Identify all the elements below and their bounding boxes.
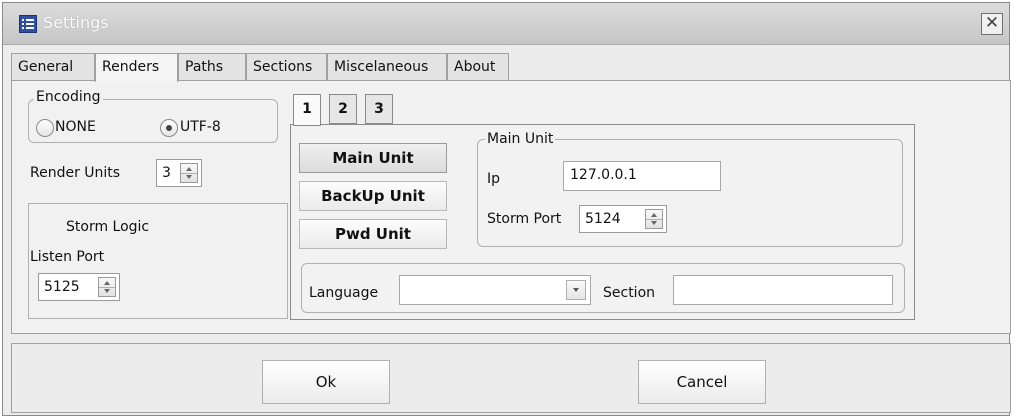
encoding-none-radio[interactable] xyxy=(36,119,54,137)
cancel-button[interactable]: Cancel xyxy=(638,360,766,404)
window-title: Settings xyxy=(43,13,109,32)
storm-logic-title: Storm Logic xyxy=(66,219,150,235)
ip-label: Ip xyxy=(487,171,501,187)
subtab-3[interactable]: 3 xyxy=(365,94,393,124)
subtab-1[interactable]: 1 xyxy=(293,94,321,126)
tab-paths[interactable]: Paths xyxy=(178,53,246,81)
listen-port-value: 5125 xyxy=(44,279,80,295)
listen-port-label: Listen Port xyxy=(30,249,105,265)
encoding-none-label: NONE xyxy=(55,119,96,135)
main-unit-button[interactable]: Main Unit xyxy=(299,143,447,173)
encoding-utf8-label: UTF-8 xyxy=(180,119,221,135)
pwd-unit-button[interactable]: Pwd Unit xyxy=(299,219,447,249)
settings-window: Settings ✕ General Renders Paths Section… xyxy=(2,2,1011,416)
title-bar[interactable]: Settings ✕ xyxy=(3,3,1009,45)
close-button[interactable]: ✕ xyxy=(981,13,1003,35)
ok-button[interactable]: Ok xyxy=(262,360,390,404)
language-combobox[interactable] xyxy=(399,275,591,305)
storm-port-value: 5124 xyxy=(585,211,621,227)
backup-unit-button[interactable]: BackUp Unit xyxy=(299,181,447,211)
tab-about[interactable]: About xyxy=(447,53,509,81)
dialog-footer: Ok Cancel xyxy=(11,343,1011,413)
storm-port-label: Storm Port xyxy=(487,211,562,227)
tab-miscelaneous[interactable]: Miscelaneous xyxy=(327,53,447,81)
render-units-label: Render Units xyxy=(30,165,121,181)
render-units-spinbox[interactable]: 3 xyxy=(156,159,202,187)
tab-sections[interactable]: Sections xyxy=(246,53,327,81)
spin-arrows-icon[interactable] xyxy=(180,163,198,183)
spin-arrows-icon[interactable] xyxy=(98,277,116,297)
render-units-value: 3 xyxy=(162,165,171,181)
section-label: Section xyxy=(603,285,656,301)
language-label: Language xyxy=(309,285,379,301)
encoding-label: Encoding xyxy=(34,89,103,105)
tab-general[interactable]: General xyxy=(11,53,95,81)
settings-list-icon xyxy=(19,15,37,33)
listen-port-spinbox[interactable]: 5125 xyxy=(38,273,120,301)
subtab-2[interactable]: 2 xyxy=(329,94,357,124)
tab-renders[interactable]: Renders xyxy=(95,53,178,82)
chevron-down-icon[interactable] xyxy=(566,280,586,300)
encoding-utf8-radio[interactable] xyxy=(160,119,178,137)
section-field[interactable] xyxy=(673,275,893,305)
ip-field[interactable]: 127.0.0.1 xyxy=(563,161,721,191)
main-unit-group-label: Main Unit xyxy=(485,131,556,147)
storm-port-spinbox[interactable]: 5124 xyxy=(579,205,667,233)
main-unit-group xyxy=(477,139,903,247)
unit-subpanel: Main Unit BackUp Unit Pwd Unit Main Unit… xyxy=(290,124,915,320)
spin-arrows-icon[interactable] xyxy=(645,209,663,229)
close-icon: ✕ xyxy=(984,13,1000,33)
